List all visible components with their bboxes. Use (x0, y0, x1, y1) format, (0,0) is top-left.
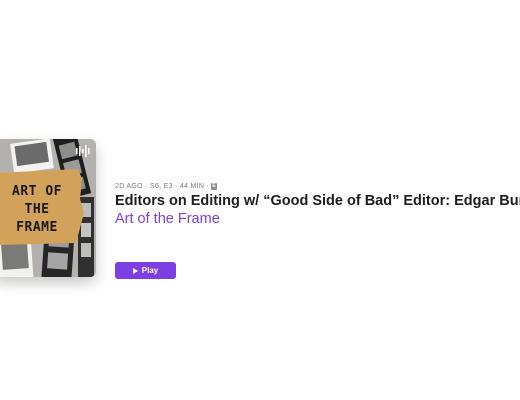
play-button[interactable]: Play (115, 262, 176, 279)
episode-meta: 2D AGO · S6, E3 · 44 MIN · E (115, 183, 218, 190)
play-icon (132, 267, 138, 274)
episode-card: ART OF THE FRAME 2D AGO · S6, E3 · 44 MI… (0, 0, 520, 400)
artwork-title-line-3: FRAME (16, 220, 58, 235)
polaroid-frame-top (10, 139, 54, 174)
show-link[interactable]: Art of the Frame (115, 211, 220, 227)
podcast-artwork[interactable]: ART OF THE FRAME (0, 139, 96, 277)
episode-meta-text: 2D AGO · S6, E3 · 44 MIN · (115, 183, 210, 190)
artwork-title-line-1: ART OF (12, 184, 62, 199)
artwork-title: ART OF THE FRAME (0, 175, 74, 245)
artwork-title-line-2: THE (24, 202, 50, 217)
play-button-label: Play (141, 266, 159, 275)
episode-title[interactable]: Editors on Editing w/ “Good Side of Bad”… (115, 193, 520, 209)
explicit-badge: E (211, 183, 218, 190)
